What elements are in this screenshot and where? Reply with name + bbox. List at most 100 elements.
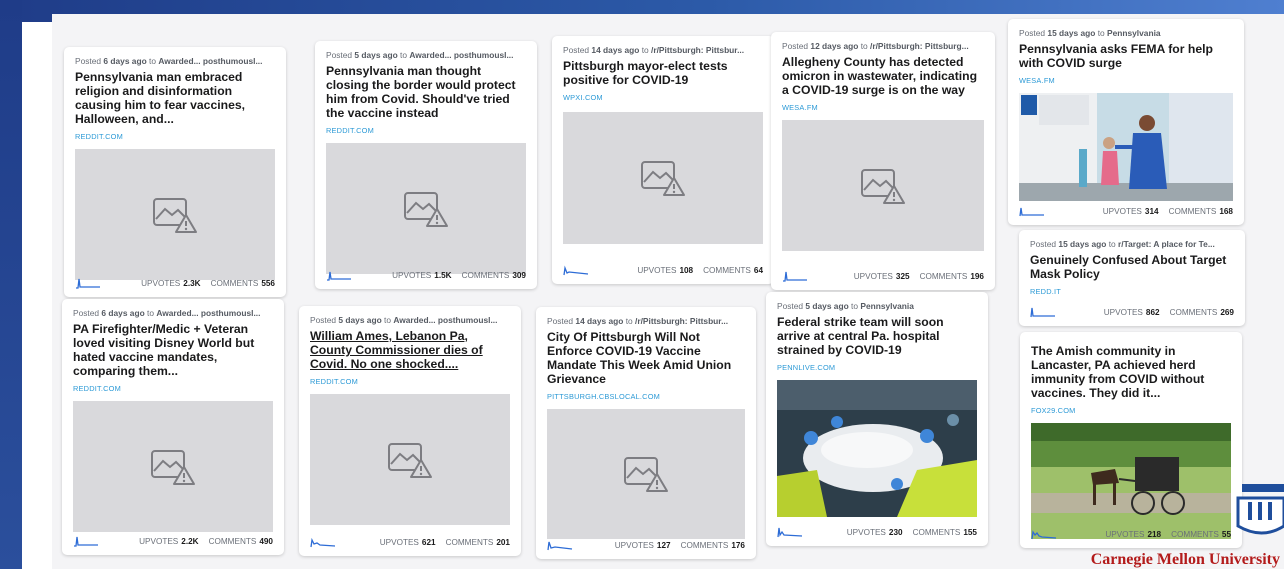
post-card[interactable]: Posted 15 days ago to r/Target: A place …: [1019, 230, 1245, 326]
comments-stat[interactable]: COMMENTS 168: [1169, 207, 1233, 216]
upvotes-stat: UPVOTES 862: [1103, 307, 1160, 317]
post-stats: UPVOTES 127 COMMENTS 176: [547, 539, 745, 551]
university-seal-logo: [1236, 484, 1284, 535]
post-card[interactable]: The Amish community in Lancaster, PA ach…: [1020, 332, 1242, 548]
post-card[interactable]: Posted 6 days ago to Awarded... posthumo…: [62, 299, 284, 555]
post-domain[interactable]: WESA.FM: [782, 103, 984, 112]
comments-stat[interactable]: COMMENTS 556: [211, 279, 275, 288]
upvotes-stat: UPVOTES 1.5K: [392, 270, 452, 280]
post-domain[interactable]: REDDIT.COM: [326, 126, 526, 135]
post-domain[interactable]: REDD.IT: [1030, 287, 1234, 296]
post-stats: UPVOTES 1.5K COMMENTS 309: [326, 269, 526, 281]
activity-sparkline: [1030, 307, 1055, 318]
upvotes-stat: UPVOTES 621: [379, 537, 436, 547]
post-meta: Posted 14 days ago to /r/Pittsburgh: Pit…: [547, 316, 729, 326]
post-thumbnail[interactable]: [75, 149, 275, 280]
post-meta: Posted 15 days ago to Pennsylvania: [1019, 28, 1161, 38]
post-meta: Posted 6 days ago to Awarded... posthumo…: [73, 308, 261, 318]
post-domain[interactable]: REDDIT.COM: [75, 132, 275, 141]
post-card[interactable]: Posted 5 days ago to Awarded... posthumo…: [299, 306, 521, 556]
comments-stat[interactable]: COMMENTS 201: [446, 538, 510, 547]
activity-sparkline: [74, 536, 98, 547]
upvotes-stat: UPVOTES 127: [614, 540, 671, 550]
broken-image-icon: [151, 449, 195, 485]
comments-stat[interactable]: COMMENTS 55: [1171, 530, 1231, 539]
activity-sparkline: [777, 527, 803, 538]
post-title[interactable]: PA Firefighter/Medic + Veteran loved vis…: [73, 322, 273, 378]
post-thumbnail[interactable]: [73, 401, 273, 532]
post-thumbnail[interactable]: [782, 120, 984, 251]
broken-image-icon: [861, 168, 905, 204]
post-title[interactable]: Pennsylvania man embraced religion and d…: [75, 70, 275, 126]
activity-sparkline: [310, 537, 336, 548]
post-card[interactable]: Posted 5 days ago to Pennsylvania Federa…: [766, 292, 988, 546]
left-accent-bar: [0, 0, 22, 569]
post-card[interactable]: Posted 12 days ago to /r/Pittsburgh: Pit…: [771, 32, 995, 290]
activity-sparkline: [327, 271, 351, 281]
broken-image-icon: [404, 191, 448, 227]
post-stats: UPVOTES 2.2K COMMENTS 490: [73, 535, 273, 547]
covid-testing-photo: [1019, 93, 1233, 201]
post-title[interactable]: Pittsburgh mayor-elect tests positive fo…: [563, 59, 763, 87]
post-thumbnail[interactable]: [310, 394, 510, 525]
post-card[interactable]: Posted 14 days ago to /r/Pittsburgh: Pit…: [536, 307, 756, 559]
activity-sparkline: [1031, 530, 1057, 540]
post-stats: UPVOTES 325 COMMENTS 196: [782, 270, 984, 282]
comments-stat[interactable]: COMMENTS 309: [462, 271, 526, 280]
post-domain[interactable]: FOX29.COM: [1031, 406, 1231, 415]
comments-stat[interactable]: COMMENTS 490: [209, 537, 273, 546]
activity-sparkline: [783, 271, 807, 282]
upvotes-stat: UPVOTES 2.2K: [139, 536, 199, 546]
post-domain[interactable]: PENNLIVE.COM: [777, 363, 977, 372]
post-card[interactable]: Posted 6 days ago to Awarded... posthumo…: [64, 47, 286, 297]
post-thumbnail[interactable]: [563, 112, 763, 244]
comments-stat[interactable]: COMMENTS 269: [1170, 308, 1234, 317]
post-card[interactable]: Posted 5 days ago to Awarded... posthumo…: [315, 41, 537, 289]
post-meta: Posted 5 days ago to Awarded... posthumo…: [310, 315, 498, 325]
post-thumbnail[interactable]: [777, 380, 977, 517]
post-stats: UPVOTES 314 COMMENTS 168: [1019, 205, 1233, 217]
post-card[interactable]: Posted 14 days ago to /r/Pittsburgh: Pit…: [552, 36, 774, 284]
post-title[interactable]: The Amish community in Lancaster, PA ach…: [1031, 344, 1231, 400]
post-thumbnail[interactable]: [547, 409, 745, 539]
post-meta: Posted 6 days ago to Awarded... posthumo…: [75, 56, 263, 66]
post-meta: Posted 15 days ago to r/Target: A place …: [1030, 239, 1215, 249]
university-wordmark: Carnegie Mellon University: [1090, 551, 1280, 568]
post-thumbnail[interactable]: [326, 143, 526, 274]
post-thumbnail[interactable]: [1031, 423, 1231, 539]
post-title[interactable]: Pennsylvania asks FEMA for help with COV…: [1019, 42, 1233, 70]
post-domain[interactable]: WESA.FM: [1019, 76, 1233, 85]
post-meta: Posted 14 days ago to /r/Pittsburgh: Pit…: [563, 45, 745, 55]
upvotes-stat: UPVOTES 2.3K: [141, 278, 201, 288]
comments-stat[interactable]: COMMENTS 64: [703, 266, 763, 275]
post-domain[interactable]: REDDIT.COM: [310, 377, 510, 386]
upvotes-stat: UPVOTES 314: [1102, 206, 1159, 216]
post-stats: UPVOTES 2.3K COMMENTS 556: [75, 277, 275, 289]
broken-image-icon: [388, 442, 432, 478]
post-domain[interactable]: WPXI.COM: [563, 93, 763, 102]
post-stats: UPVOTES 862 COMMENTS 269: [1030, 306, 1234, 318]
post-stats: UPVOTES 218 COMMENTS 55: [1031, 528, 1231, 540]
post-thumbnail[interactable]: [1019, 93, 1233, 201]
post-card[interactable]: Posted 15 days ago to Pennsylvania Penns…: [1008, 19, 1244, 225]
upvotes-stat: UPVOTES 108: [637, 265, 694, 275]
comments-stat[interactable]: COMMENTS 176: [681, 541, 745, 550]
upvotes-stat: UPVOTES 218: [1105, 529, 1162, 539]
comments-stat[interactable]: COMMENTS 155: [913, 528, 977, 537]
post-title[interactable]: Genuinely Confused About Target Mask Pol…: [1030, 253, 1234, 281]
post-title[interactable]: Allegheny County has detected omicron in…: [782, 55, 984, 97]
post-meta: Posted 5 days ago to Pennsylvania: [777, 301, 914, 311]
comments-stat[interactable]: COMMENTS 196: [920, 272, 984, 281]
hospital-photo: [777, 380, 977, 517]
broken-image-icon: [624, 457, 668, 492]
post-domain[interactable]: PITTSBURGH.CBSLOCAL.COM: [547, 392, 745, 401]
post-title[interactable]: William Ames, Lebanon Pa, County Commiss…: [310, 329, 510, 371]
post-meta: Posted 5 days ago to Awarded... posthumo…: [326, 50, 514, 60]
activity-sparkline: [1019, 207, 1044, 217]
post-title[interactable]: Pennsylvania man thought closing the bor…: [326, 64, 526, 120]
amish-buggy-photo: [1031, 423, 1231, 539]
post-meta: Posted 12 days ago to /r/Pittsburgh: Pit…: [782, 41, 969, 51]
post-title[interactable]: City Of Pittsburgh Will Not Enforce COVI…: [547, 330, 745, 386]
post-domain[interactable]: REDDIT.COM: [73, 384, 273, 393]
post-title[interactable]: Federal strike team will soon arrive at …: [777, 315, 977, 357]
